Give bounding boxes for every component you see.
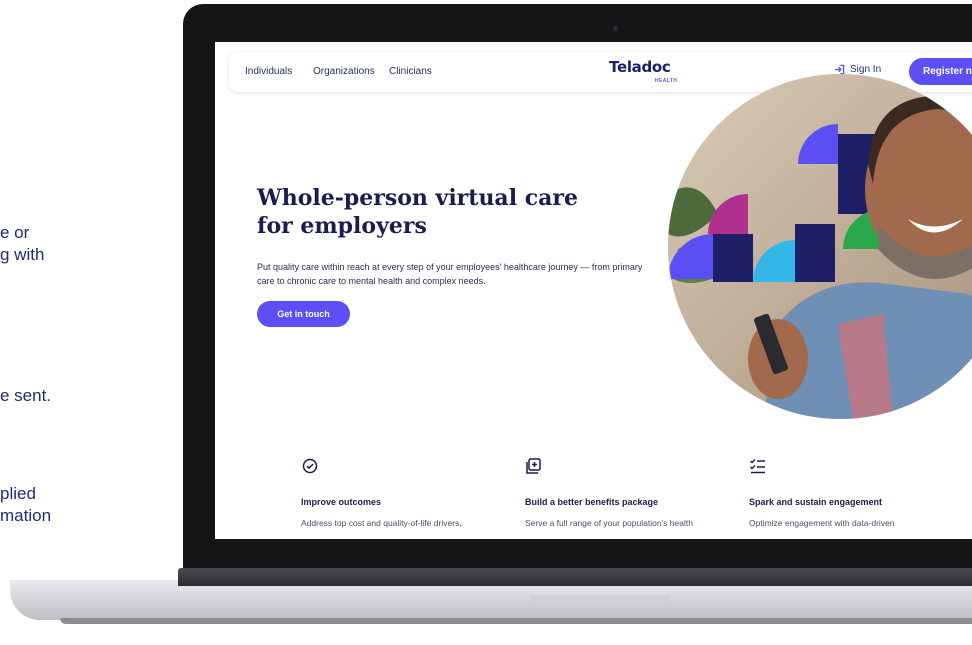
hero-subtitle: Put quality care within reach at every s… bbox=[257, 262, 643, 286]
feature-text: Optimize engagement with data-driven bbox=[749, 518, 895, 528]
laptop-screen: Individuals Organizations Clinicians Tel… bbox=[215, 42, 972, 539]
teladoc-logo[interactable]: Teladoc bbox=[609, 58, 671, 76]
laptop-notch bbox=[530, 595, 670, 607]
sign-in-label: Sign In bbox=[850, 64, 882, 75]
register-now-button[interactable]: Register now bbox=[909, 58, 972, 85]
feature-text: Serve a full range of your population's … bbox=[525, 518, 693, 528]
check-circle-icon bbox=[302, 458, 318, 474]
hero-title: Whole-person virtual care for employers bbox=[257, 185, 578, 239]
get-in-touch-button[interactable]: Get in touch bbox=[257, 301, 350, 327]
laptop-base-shadow bbox=[60, 618, 972, 624]
feature-title: Spark and sustain engagement bbox=[749, 497, 883, 507]
side-text-2: e sent. bbox=[0, 386, 52, 405]
laptop-base bbox=[10, 580, 972, 620]
laptop-camera bbox=[613, 26, 618, 31]
teladoc-logo-sub: HEALTH bbox=[655, 78, 678, 84]
plus-document-icon bbox=[526, 458, 541, 474]
checklist-icon bbox=[750, 459, 765, 474]
nav-link-clinicians[interactable]: Clinicians bbox=[389, 66, 432, 77]
side-text-1: e or g with bbox=[0, 223, 45, 264]
laptop-hinge bbox=[178, 568, 972, 586]
feature-title: Improve outcomes bbox=[301, 497, 382, 507]
nav-link-organizations[interactable]: Organizations bbox=[313, 66, 375, 77]
side-text-3: plied mation bbox=[0, 484, 52, 525]
nav-link-individuals[interactable]: Individuals bbox=[245, 66, 292, 77]
feature-text: Address top cost and quality-of-life dri… bbox=[301, 518, 462, 528]
hero-image bbox=[668, 74, 972, 419]
feature-title: Build a better benefits package bbox=[525, 497, 659, 507]
